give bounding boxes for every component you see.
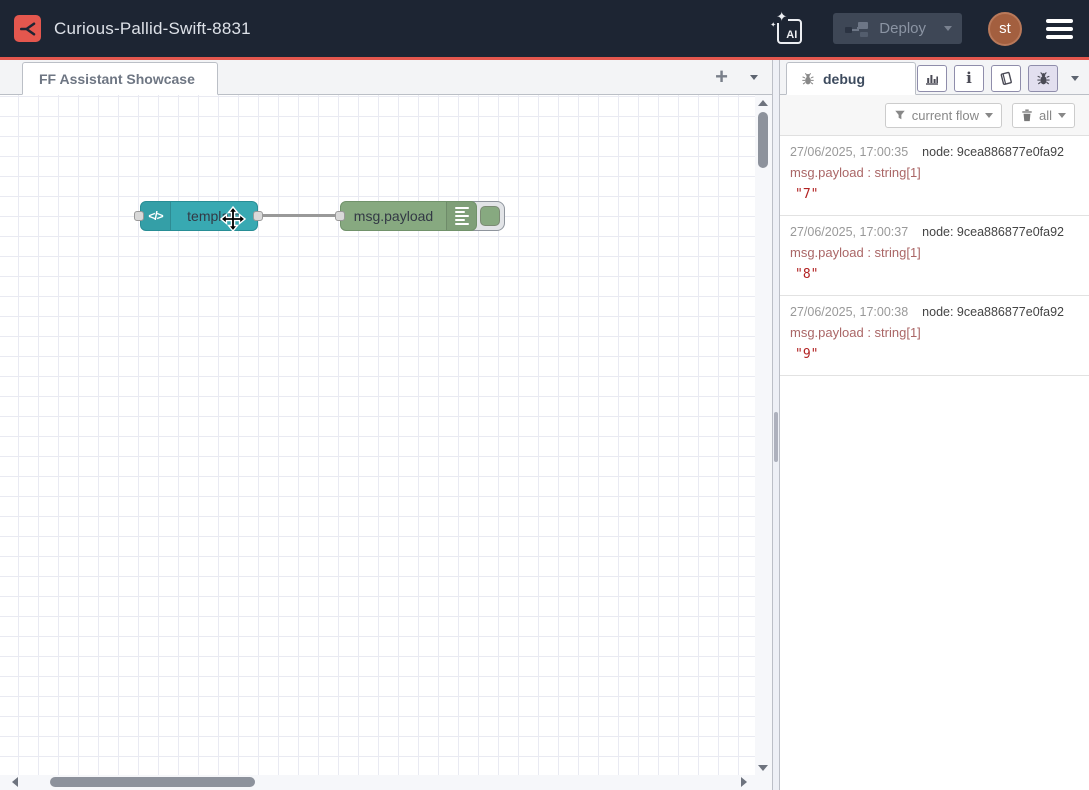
node-msg-payload[interactable]: msg.payload	[340, 201, 477, 231]
port-debug-input[interactable]	[335, 211, 345, 221]
message-value: "9"	[790, 344, 1079, 366]
sidebar-tabbar: debug i	[780, 60, 1089, 95]
sidebar-tab-debug[interactable]: debug	[786, 62, 916, 95]
flow-tabbar: FF Assistant Showcase +	[0, 60, 772, 95]
debug-message: 27/06/2025, 17:00:35 node: 9cea886877e0f…	[780, 136, 1089, 216]
message-timestamp: 27/06/2025, 17:00:35	[790, 143, 908, 162]
node-template[interactable]: </> template	[140, 201, 258, 231]
flow-tab-ff-assistant-showcase[interactable]: FF Assistant Showcase	[22, 62, 218, 95]
flow-list-caret-icon[interactable]	[750, 75, 758, 80]
flowfuse-logo-icon	[14, 15, 41, 42]
clear-caret-icon	[1058, 113, 1066, 118]
ai-assistant-button[interactable]: AI ✦ ✦	[773, 12, 807, 46]
message-property[interactable]: msg.payload : string[1]	[790, 162, 1079, 184]
debug-toggle-state-icon	[480, 206, 500, 226]
message-value: "8"	[790, 264, 1079, 286]
splitter-drag-handle[interactable]	[774, 412, 778, 462]
scroll-up-arrow-icon[interactable]	[758, 100, 768, 106]
main-menu-button[interactable]	[1044, 17, 1075, 41]
instance-title: Curious-Pallid-Swift-8831	[54, 19, 251, 39]
node-template-label: template	[171, 208, 257, 224]
message-node-id: node: 9cea886877e0fa92	[922, 223, 1064, 242]
hamburger-icon	[1046, 19, 1073, 23]
node-debug-label: msg.payload	[341, 208, 446, 224]
vertical-scroll-thumb[interactable]	[758, 112, 768, 168]
sidebar-splitter	[772, 60, 780, 790]
help-book-icon	[998, 71, 1014, 86]
debug-clear-button[interactable]: all	[1012, 103, 1075, 128]
dashboard-chart-icon	[924, 71, 940, 86]
deploy-button[interactable]: Deploy	[833, 13, 962, 44]
sparkle-small-icon: ✦	[770, 22, 776, 29]
sparkle-icon: ✦	[775, 10, 788, 23]
message-timestamp: 27/06/2025, 17:00:37	[790, 223, 908, 242]
deploy-label: Deploy	[879, 20, 926, 37]
message-property[interactable]: msg.payload : string[1]	[790, 322, 1079, 344]
debug-list-icon	[446, 202, 476, 230]
port-template-output[interactable]	[253, 211, 263, 221]
scroll-right-arrow-icon[interactable]	[741, 777, 747, 787]
debug-message-list: 27/06/2025, 17:00:35 node: 9cea886877e0f…	[780, 136, 1089, 790]
message-value: "7"	[790, 184, 1079, 206]
flow-canvas[interactable]: </> template msg.payload	[0, 95, 772, 790]
message-node-id: node: 9cea886877e0fa92	[922, 303, 1064, 322]
message-timestamp: 27/06/2025, 17:00:38	[790, 303, 908, 322]
deploy-options-caret-icon[interactable]	[944, 26, 952, 31]
bug-icon	[801, 72, 815, 86]
canvas-horizontal-scrollbar	[0, 775, 755, 790]
message-property[interactable]: msg.payload : string[1]	[790, 242, 1079, 264]
add-flow-button[interactable]: +	[715, 67, 728, 87]
debug-filter-label: current flow	[912, 108, 979, 123]
flow-tab-actions: +	[715, 60, 758, 94]
scroll-left-arrow-icon[interactable]	[12, 777, 18, 787]
flow-tab-label: FF Assistant Showcase	[39, 71, 195, 87]
scrollbar-corner	[755, 775, 772, 790]
trash-icon	[1021, 109, 1033, 122]
sidebar-tabs-caret-icon[interactable]	[1071, 76, 1079, 81]
info-icon: i	[966, 71, 972, 86]
canvas-vertical-scrollbar	[755, 95, 772, 775]
workspace-column: FF Assistant Showcase + </> template	[0, 60, 772, 790]
deploy-nodes-icon	[845, 20, 869, 38]
sidebar-collapsed-tabs: i	[917, 65, 1079, 92]
sidebar-tab-info-button[interactable]: i	[954, 65, 984, 92]
debug-sidebar: debug i	[780, 60, 1089, 790]
sidebar-tab-help-button[interactable]	[991, 65, 1021, 92]
sidebar-tab-debug-icon-button[interactable]	[1028, 65, 1058, 92]
main-row: FF Assistant Showcase + </> template	[0, 60, 1089, 790]
horizontal-scroll-thumb[interactable]	[50, 777, 255, 787]
sidebar-tab-debug-label: debug	[823, 71, 865, 87]
message-node-id: node: 9cea886877e0fa92	[922, 143, 1064, 162]
debug-message: 27/06/2025, 17:00:37 node: 9cea886877e0f…	[780, 216, 1089, 296]
sidebar-tab-dashboard-button[interactable]	[917, 65, 947, 92]
scroll-down-arrow-icon[interactable]	[758, 765, 768, 771]
debug-filter-button[interactable]: current flow	[885, 103, 1002, 128]
user-avatar[interactable]: st	[988, 12, 1022, 46]
code-icon: </>	[141, 202, 171, 230]
debug-bug-icon	[1036, 71, 1051, 86]
debug-clear-label: all	[1039, 108, 1052, 123]
filter-funnel-icon	[894, 109, 906, 121]
filter-caret-icon	[985, 113, 993, 118]
port-template-input[interactable]	[134, 211, 144, 221]
app-header: Curious-Pallid-Swift-8831 AI ✦ ✦ Deploy …	[0, 0, 1089, 60]
debug-message: 27/06/2025, 17:00:38 node: 9cea886877e0f…	[780, 296, 1089, 376]
wire-template-to-debug[interactable]	[258, 214, 340, 217]
debug-toolbar: current flow all	[780, 95, 1089, 136]
